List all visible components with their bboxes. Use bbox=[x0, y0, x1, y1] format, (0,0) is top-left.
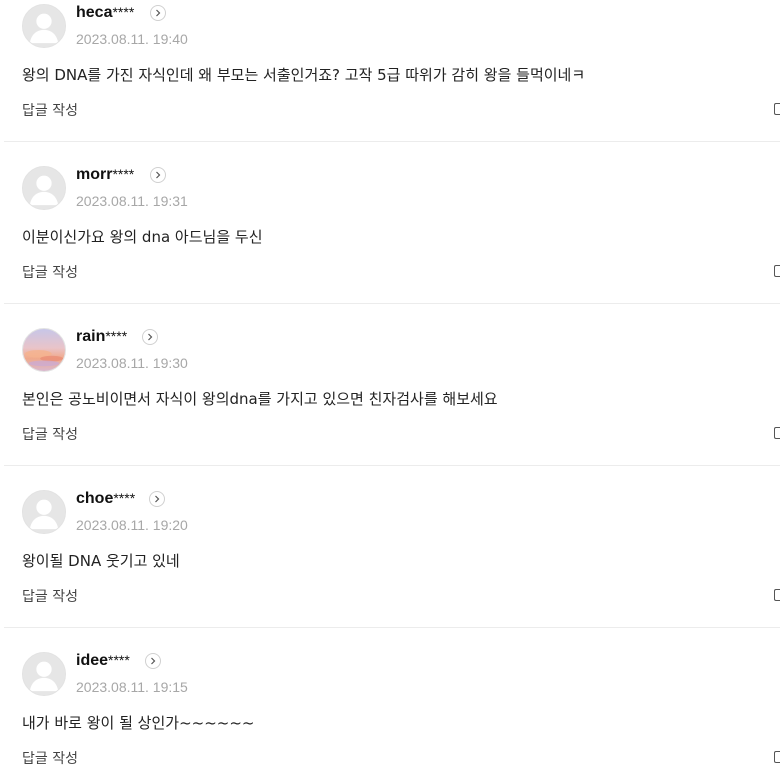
default-avatar-icon[interactable] bbox=[22, 4, 66, 48]
comment-username[interactable]: choe**** bbox=[76, 490, 135, 508]
reply-button[interactable]: 답글 작성 bbox=[22, 748, 78, 768]
comment-date: 2023.08.11. 19:15 bbox=[76, 679, 188, 695]
like-thumb-icon[interactable] bbox=[774, 103, 780, 115]
comment-date: 2023.08.11. 19:31 bbox=[76, 193, 188, 209]
comment-item: heca**** 2023.08.11. 19:40 왕의 DNA를 가진 자식… bbox=[4, 0, 780, 142]
comment-text: 본인은 공노비이면서 자식이 왕의dna를 가지고 있으면 친자검사를 해보세요 bbox=[22, 390, 498, 408]
sunset-photo-avatar[interactable] bbox=[22, 328, 66, 372]
default-avatar-icon[interactable] bbox=[22, 166, 66, 210]
profile-chevron-right-icon[interactable] bbox=[145, 653, 161, 669]
comment-item: idee**** 2023.08.11. 19:15 내가 바로 왕이 될 상인… bbox=[4, 628, 780, 779]
like-thumb-icon[interactable] bbox=[774, 751, 780, 763]
comment-username[interactable]: idee**** bbox=[76, 652, 130, 670]
comment-item: rain**** 2023.08.11. 19:30 본인은 공노비이면서 자식… bbox=[4, 304, 780, 466]
comment-username[interactable]: rain**** bbox=[76, 328, 127, 346]
like-thumb-icon[interactable] bbox=[774, 589, 780, 601]
reply-button[interactable]: 답글 작성 bbox=[22, 100, 78, 120]
comment-text: 내가 바로 왕이 될 상인가~~~~~~ bbox=[22, 714, 255, 732]
comment-date: 2023.08.11. 19:20 bbox=[76, 517, 188, 533]
like-thumb-icon[interactable] bbox=[774, 265, 780, 277]
comment-username[interactable]: heca**** bbox=[76, 4, 134, 22]
comment-list: heca**** 2023.08.11. 19:40 왕의 DNA를 가진 자식… bbox=[0, 0, 780, 779]
reply-button[interactable]: 답글 작성 bbox=[22, 424, 78, 444]
default-avatar-icon[interactable] bbox=[22, 652, 66, 696]
profile-chevron-right-icon[interactable] bbox=[150, 5, 166, 21]
profile-chevron-right-icon[interactable] bbox=[142, 329, 158, 345]
profile-chevron-right-icon[interactable] bbox=[150, 167, 166, 183]
comment-text: 왕이될 DNA 웃기고 있네 bbox=[22, 552, 180, 570]
comment-item: morr**** 2023.08.11. 19:31 이분이신가요 왕의 dna… bbox=[4, 142, 780, 304]
profile-chevron-right-icon[interactable] bbox=[149, 491, 165, 507]
comment-item: choe**** 2023.08.11. 19:20 왕이될 DNA 웃기고 있… bbox=[4, 466, 780, 628]
comment-date: 2023.08.11. 19:40 bbox=[76, 31, 188, 47]
reply-button[interactable]: 답글 작성 bbox=[22, 586, 78, 606]
comment-username[interactable]: morr**** bbox=[76, 166, 134, 184]
comment-text: 이분이신가요 왕의 dna 아드님을 두신 bbox=[22, 228, 263, 246]
comment-text: 왕의 DNA를 가진 자식인데 왜 부모는 서출인거죠? 고작 5급 따위가 감… bbox=[22, 66, 586, 84]
comment-date: 2023.08.11. 19:30 bbox=[76, 355, 188, 371]
like-thumb-icon[interactable] bbox=[774, 427, 780, 439]
default-avatar-icon[interactable] bbox=[22, 490, 66, 534]
reply-button[interactable]: 답글 작성 bbox=[22, 262, 78, 282]
